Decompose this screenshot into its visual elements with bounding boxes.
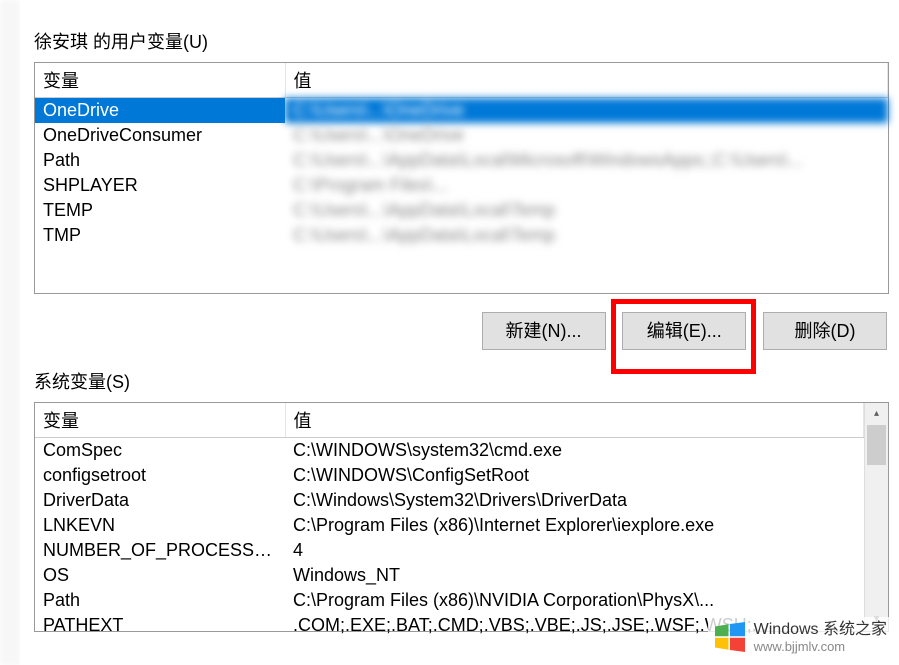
table-row[interactable]: SHPLAYERC:\Program Files\... — [35, 173, 888, 198]
table-row[interactable]: OneDriveC:\Users\...\OneDrive — [35, 98, 888, 124]
cell-variable: Path — [35, 148, 285, 173]
cell-value: 4 — [285, 538, 864, 563]
table-row[interactable]: configsetrootC:\WINDOWS\ConfigSetRoot — [35, 463, 864, 488]
system-vars-table[interactable]: 变量 值 ComSpecC:\WINDOWS\system32\cmd.exec… — [35, 403, 864, 638]
user-buttons-row: 新建(N)... 编辑(E)... 删除(D) — [34, 312, 889, 350]
table-row[interactable]: LNKEVNC:\Program Files (x86)\Internet Ex… — [35, 513, 864, 538]
column-header-variable[interactable]: 变量 — [35, 63, 285, 98]
cell-variable: ComSpec — [35, 438, 285, 464]
edit-button[interactable]: 编辑(E)... — [622, 312, 746, 350]
system-vars-label: 系统变量(S) — [34, 368, 889, 394]
table-row[interactable]: DriverDataC:\Windows\System32\Drivers\Dr… — [35, 488, 864, 513]
user-vars-table[interactable]: 变量 值 OneDriveC:\Users\...\OneDriveOneDri… — [35, 63, 888, 248]
new-button[interactable]: 新建(N)... — [482, 312, 606, 350]
column-header-variable[interactable]: 变量 — [35, 403, 285, 438]
scroll-up-icon[interactable]: ▴ — [865, 403, 888, 425]
cell-variable: NUMBER_OF_PROCESSORS — [35, 538, 285, 563]
watermark-url: www.bjjmlv.com — [754, 639, 887, 655]
cell-value: C:\Program Files (x86)\Internet Explorer… — [285, 513, 864, 538]
cell-value: C:\Program Files (x86)\NVIDIA Corporatio… — [285, 588, 864, 613]
cell-variable: TMP — [35, 223, 285, 248]
cell-value: C:\Users\...\AppData\Local\Temp — [285, 198, 888, 223]
cell-variable: PATHEXT — [35, 613, 285, 638]
cell-value: C:\Program Files\... — [285, 173, 888, 198]
cell-variable: OS — [35, 563, 285, 588]
cell-variable: OneDrive — [35, 98, 285, 124]
cell-value: C:\Users\...\OneDrive — [285, 98, 888, 124]
table-row[interactable]: TEMPC:\Users\...\AppData\Local\Temp — [35, 198, 888, 223]
cell-variable: SHPLAYER — [35, 173, 285, 198]
system-vars-table-container: 变量 值 ComSpecC:\WINDOWS\system32\cmd.exec… — [34, 402, 889, 632]
table-row[interactable]: PathC:\Users\...\AppData\Local\Microsoft… — [35, 148, 888, 173]
cell-value: Windows_NT — [285, 563, 864, 588]
delete-button[interactable]: 删除(D) — [763, 312, 887, 350]
cell-variable: LNKEVN — [35, 513, 285, 538]
cell-value: C:\Users\...\OneDrive — [285, 123, 888, 148]
watermark-text: Windows 系统之家 www.bjjmlv.com — [754, 620, 887, 655]
user-vars-label: 徐安琪 的用户变量(U) — [34, 28, 889, 54]
table-row[interactable]: TMPC:\Users\...\AppData\Local\Temp — [35, 223, 888, 248]
cell-variable: OneDriveConsumer — [35, 123, 285, 148]
column-header-value[interactable]: 值 — [285, 403, 864, 438]
table-header-row: 变量 值 — [35, 403, 864, 438]
cell-value: C:\Windows\System32\Drivers\DriverData — [285, 488, 864, 513]
cell-variable: DriverData — [35, 488, 285, 513]
cell-value: C:\Users\...\AppData\Local\Microsoft\Win… — [285, 148, 888, 173]
cell-variable: TEMP — [35, 198, 285, 223]
cell-value: C:\Users\...\AppData\Local\Temp — [285, 223, 888, 248]
env-vars-dialog: 徐安琪 的用户变量(U) 变量 值 OneDriveC:\Users\...\O… — [20, 0, 899, 665]
table-header-row: 变量 值 — [35, 63, 888, 98]
cell-variable: Path — [35, 588, 285, 613]
watermark: Windows 系统之家 www.bjjmlv.com — [708, 617, 891, 657]
watermark-brand: Windows 系统之家 — [754, 620, 887, 639]
table-row[interactable]: OneDriveConsumerC:\Users\...\OneDrive — [35, 123, 888, 148]
windows-logo-icon — [712, 619, 748, 655]
cell-value: C:\WINDOWS\system32\cmd.exe — [285, 438, 864, 464]
cell-variable: configsetroot — [35, 463, 285, 488]
table-row[interactable]: ComSpecC:\WINDOWS\system32\cmd.exe — [35, 438, 864, 464]
left-edge-blur — [0, 0, 20, 665]
cell-value: C:\WINDOWS\ConfigSetRoot — [285, 463, 864, 488]
column-header-value[interactable]: 值 — [285, 63, 888, 98]
table-row[interactable]: OSWindows_NT — [35, 563, 864, 588]
scroll-thumb[interactable] — [867, 425, 886, 465]
table-row[interactable]: NUMBER_OF_PROCESSORS4 — [35, 538, 864, 563]
scrollbar[interactable]: ▴ ▾ — [864, 403, 888, 631]
user-vars-table-container: 变量 值 OneDriveC:\Users\...\OneDriveOneDri… — [34, 62, 889, 294]
table-row[interactable]: PathC:\Program Files (x86)\NVIDIA Corpor… — [35, 588, 864, 613]
